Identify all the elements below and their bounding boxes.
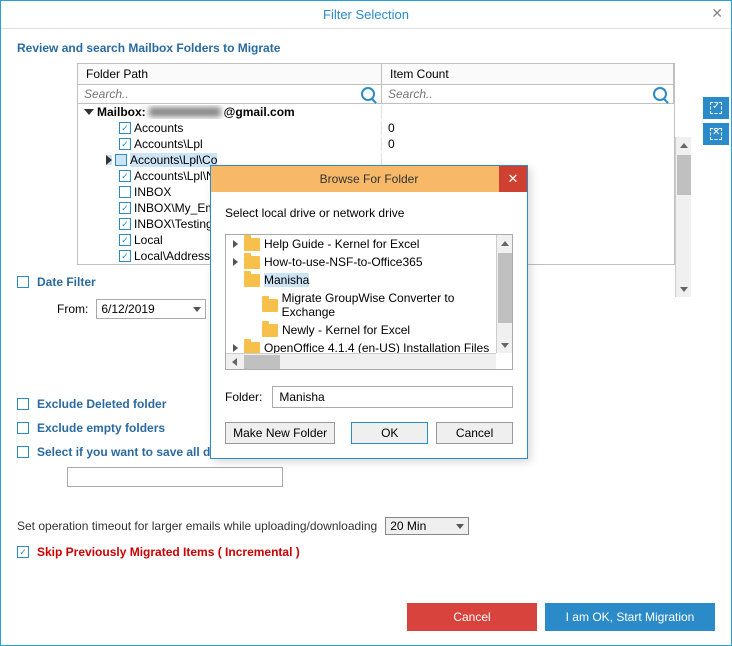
save-all-label: Select if you want to save all dat [37,445,221,459]
row-checkbox[interactable]: ✓ [115,154,127,166]
expand-icon[interactable] [230,240,240,248]
row-count [382,105,674,119]
grid-header: Folder Path Item Count [77,63,675,85]
folder-label: Manisha [264,273,309,287]
check-all-button[interactable] [703,97,729,119]
tree-row[interactable]: Mailbox:@gmail.com [78,104,674,120]
row-checkbox[interactable]: ✓ [119,234,131,246]
modal-close-button[interactable]: ✕ [499,166,527,192]
close-icon[interactable]: ✕ [711,5,723,22]
chevron-down-icon[interactable] [193,307,201,312]
folder-item[interactable]: How-to-use-NSF-to-Office365 [226,253,512,271]
start-migration-button[interactable]: I am OK, Start Migration [545,603,715,631]
scroll-thumb[interactable] [498,253,512,323]
folder-icon [262,299,278,312]
expand-icon[interactable] [230,258,240,266]
folder-item[interactable]: Migrate GroupWise Converter to Exchange [226,289,512,321]
search-folder-input[interactable] [84,87,357,101]
row-checkbox[interactable]: ✓ [119,202,131,214]
window-title: Filter Selection [323,7,409,22]
expand-icon[interactable] [84,109,94,115]
search-count-input[interactable] [388,87,649,101]
col-item-count[interactable]: Item Count [382,64,674,84]
row-label: Accounts [134,121,183,135]
folder-label: Folder: [225,390,262,404]
scroll-right-icon[interactable] [480,369,496,370]
folder-icon [244,238,260,251]
row-label: INBOX [134,185,171,199]
folder-label: Help Guide - Kernel for Excel [264,237,419,251]
make-new-folder-button[interactable]: Make New Folder [225,422,335,444]
save-all-checkbox[interactable]: ✓ [17,446,29,458]
modal-hint: Select local drive or network drive [225,206,513,220]
scroll-thumb[interactable] [244,355,280,369]
cancel-button[interactable]: Cancel [407,603,537,631]
folder-label: Newly - Kernel for Excel [282,323,410,337]
folder-label: Migrate GroupWise Converter to Exchange [282,291,508,319]
exclude-deleted-checkbox[interactable]: ✓ [17,398,29,410]
row-label: Local [134,233,163,247]
folder-list-hscroll[interactable] [226,353,496,369]
from-label: From: [57,302,88,316]
uncheck-all-button[interactable] [703,123,729,145]
folder-item[interactable]: Help Guide - Kernel for Excel [226,235,512,253]
from-date-field[interactable]: 6/12/2019 [96,299,206,319]
row-checkbox[interactable]: ✓ [119,218,131,230]
exclude-empty-checkbox[interactable]: ✓ [17,422,29,434]
scroll-down-icon[interactable] [676,281,692,297]
exclude-empty-label: Exclude empty folders [37,421,165,435]
search-icon[interactable] [653,87,667,101]
chevron-down-icon[interactable] [456,524,464,529]
folder-icon [262,324,278,337]
folder-item[interactable]: Manisha [226,271,512,289]
folder-icon [244,256,260,269]
modal-cancel-button[interactable]: Cancel [436,422,513,444]
folder-item[interactable]: Newly - Kernel for Excel [226,321,512,339]
scroll-thumb[interactable] [677,155,691,195]
skip-migrated-label: Skip Previously Migrated Items ( Increme… [37,545,300,559]
timeout-value: 20 Min [390,519,426,533]
row-label: Accounts\Lpl\No [134,169,221,183]
search-icon[interactable] [361,87,375,101]
tree-row[interactable]: ✓Accounts 0 [78,120,674,136]
row-label: Accounts\Lpl\Co [130,153,217,167]
folder-list-vscroll[interactable] [496,235,512,353]
expand-icon[interactable] [230,344,240,352]
scroll-left-icon[interactable] [226,354,242,370]
tree-row[interactable]: ✓Accounts\Lpl 0 [78,136,674,152]
skip-migrated-checkbox[interactable]: ✓ [17,546,29,558]
browse-folder-dialog: Browse For Folder ✕ Select local drive o… [210,165,528,459]
row-label: Mailbox: [97,105,146,119]
modal-titlebar: Browse For Folder ✕ [211,166,527,192]
folder-icon [244,274,260,287]
expand-icon[interactable] [106,155,112,165]
folder-list[interactable]: Help Guide - Kernel for Excel How-to-use-… [225,234,513,370]
timeout-label: Set operation timeout for larger emails … [17,519,377,533]
folder-label: How-to-use-NSF-to-Office365 [264,255,423,269]
date-filter-label: Date Filter [37,275,96,289]
folder-input[interactable] [272,386,513,408]
timeout-select[interactable]: 20 Min [385,517,469,535]
row-checkbox[interactable]: ✓ [119,250,131,262]
date-filter-checkbox[interactable]: ✓ [17,276,29,288]
row-checkbox[interactable]: ✓ [119,138,131,150]
tree-scrollbar[interactable] [675,137,691,297]
row-count: 0 [382,121,674,135]
row-label: Accounts\Lpl [134,137,203,151]
scroll-up-icon[interactable] [676,137,692,153]
row-count: 0 [382,137,674,151]
ok-button[interactable]: OK [351,422,428,444]
scroll-up-icon[interactable] [497,235,513,251]
row-checkbox[interactable]: ✓ [119,122,131,134]
titlebar: Filter Selection ✕ [1,1,731,29]
exclude-deleted-label: Exclude Deleted folder [37,397,166,411]
row-checkbox[interactable]: ✓ [119,186,131,198]
save-path-field[interactable] [67,467,283,487]
row-checkbox[interactable]: ✓ [119,170,131,182]
col-folder-path[interactable]: Folder Path [78,64,382,84]
section-heading: Review and search Mailbox Folders to Mig… [17,41,715,55]
scroll-down-icon[interactable] [497,337,513,353]
modal-title: Browse For Folder [320,172,419,186]
from-date-value: 6/12/2019 [101,302,154,316]
